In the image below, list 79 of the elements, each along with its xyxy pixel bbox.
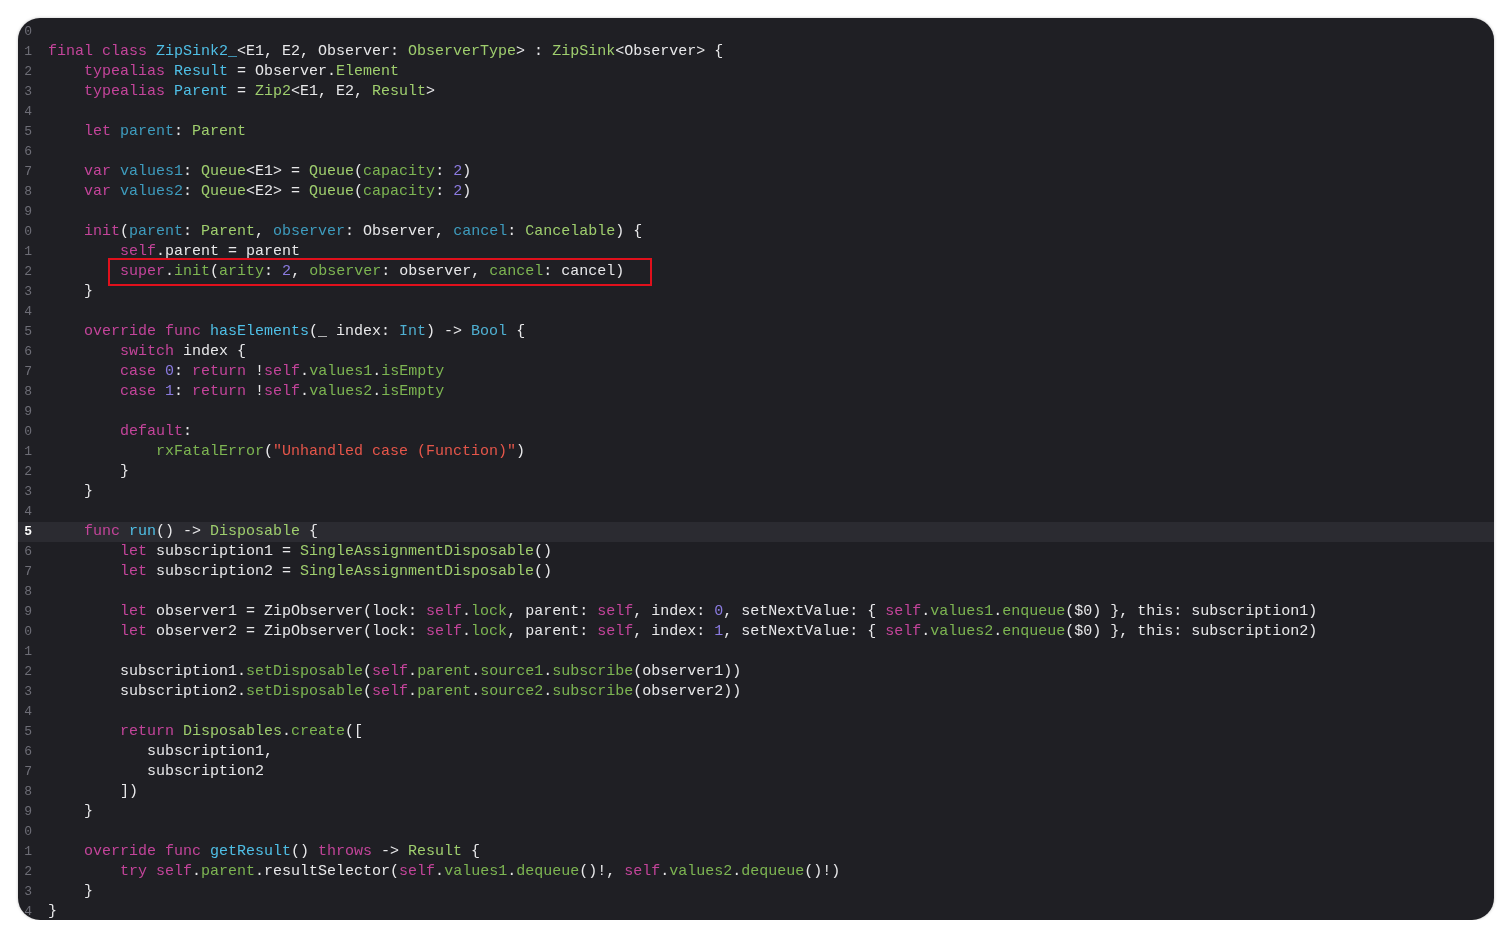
line-number: 0 [23, 623, 32, 641]
line-number: 7 [23, 763, 32, 781]
line-number: 2 [23, 863, 32, 881]
line-number: 1 [23, 43, 32, 61]
line-number: 4 [23, 703, 32, 721]
code-line: init(parent: Parent, observer: Observer, cancel: Cancelable) { [83, 222, 643, 242]
code-line: override func getResult() throws -> Result { [83, 842, 481, 862]
line-number: 9 [23, 403, 32, 421]
line-number: 4 [23, 103, 32, 121]
code-line: rxFatalError("Unhandled case (Function)") [155, 442, 526, 462]
code-line: default: [119, 422, 193, 442]
code-line: subscription2.setDisposable(self.parent.source2.subscribe(observer2)) [119, 682, 742, 702]
code-line: super.init(arity: 2, observer: observer, cancel: cancel) [119, 262, 625, 282]
line-number: 2 [23, 663, 32, 681]
code-line: var values1: Queue<E1> = Queue(capacity: 2) [83, 162, 472, 182]
line-number: 3 [23, 483, 32, 501]
line-number: 4 [23, 903, 32, 920]
code-line: switch index { [119, 342, 247, 362]
code-line: subscription1, [146, 742, 274, 762]
line-number: 2 [23, 63, 32, 81]
line-number: 3 [23, 683, 32, 701]
line-number: 5 [23, 723, 32, 741]
code-line: } [83, 482, 93, 502]
code-line: } [83, 802, 93, 822]
code-line: } [83, 882, 93, 902]
line-number: 9 [23, 203, 32, 221]
code-line: let observer2 = ZipObserver(lock: self.lock, parent: self, index: 1, setNextValue: { self.values2.enqueue($0) }, this: subscription2) [119, 622, 1318, 642]
line-number: 7 [23, 163, 32, 181]
code-line: self.parent = parent [119, 242, 301, 262]
line-number: 3 [23, 883, 32, 901]
line-number: 5 [23, 323, 32, 341]
code-line: let subscription1 = SingleAssignmentDisposable() [119, 542, 553, 562]
line-number: 5 [23, 123, 32, 141]
code-line: subscription1.setDisposable(self.parent.source1.subscribe(observer1)) [119, 662, 742, 682]
line-number: 0 [23, 23, 32, 41]
line-number: 1 [23, 443, 32, 461]
code-line: let subscription2 = SingleAssignmentDisposable() [119, 562, 553, 582]
code-line: let observer1 = ZipObserver(lock: self.lock, parent: self, index: 0, setNextValue: { self.values1.enqueue($0) }, this: subscription1) [119, 602, 1318, 622]
line-number: 7 [23, 363, 32, 381]
line-number: 9 [23, 803, 32, 821]
line-number: 0 [23, 423, 32, 441]
line-number: 9 [23, 603, 32, 621]
code-line: } [119, 462, 129, 482]
code-line: override func hasElements(_ index: Int) -> Bool { [83, 322, 526, 342]
code-line: case 1: return !self.values2.isEmpty [119, 382, 445, 402]
line-number: 6 [23, 743, 32, 761]
line-number: 8 [23, 783, 32, 801]
line-number: 1 [23, 243, 32, 261]
line-number: 6 [23, 143, 32, 161]
line-number: 8 [23, 583, 32, 601]
line-number: 8 [23, 383, 32, 401]
line-number: 2 [23, 463, 32, 481]
line-number: 6 [23, 543, 32, 561]
code-line: subscription2 [146, 762, 265, 782]
line-number: 8 [23, 183, 32, 201]
code-line: func run() -> Disposable { [83, 522, 319, 542]
line-number: 3 [23, 83, 32, 101]
code-line: typealias Parent = Zip2<E1, E2, Result> [83, 82, 436, 102]
line-number: 0 [23, 823, 32, 841]
code-line: return Disposables.create([ [119, 722, 364, 742]
line-number: 2 [23, 263, 32, 281]
line-number: 4 [23, 503, 32, 521]
line-number: 1 [23, 643, 32, 661]
line-number: 3 [23, 283, 32, 301]
line-number: 0 [23, 223, 32, 241]
line-number: 1 [23, 843, 32, 861]
code-line: typealias Result = Observer.Element [83, 62, 400, 82]
line-number: 7 [23, 563, 32, 581]
code-line: var values2: Queue<E2> = Queue(capacity: 2) [83, 182, 472, 202]
code-line: case 0: return !self.values1.isEmpty [119, 362, 445, 382]
code-line: final class ZipSink2_<E1, E2, Observer: ObserverType> : ZipSink<Observer> { [48, 42, 724, 62]
code-line: let parent: Parent [83, 122, 247, 142]
line-number: 6 [23, 343, 32, 361]
code-line: ]) [119, 782, 138, 802]
line-number: 5 [23, 523, 32, 541]
line-number: 4 [23, 303, 32, 321]
code-line: } [83, 282, 93, 302]
code-line: try self.parent.resultSelector(self.values1.dequeue()!, self.values2.dequeue()!) [119, 862, 841, 882]
code-line: } [48, 902, 57, 920]
